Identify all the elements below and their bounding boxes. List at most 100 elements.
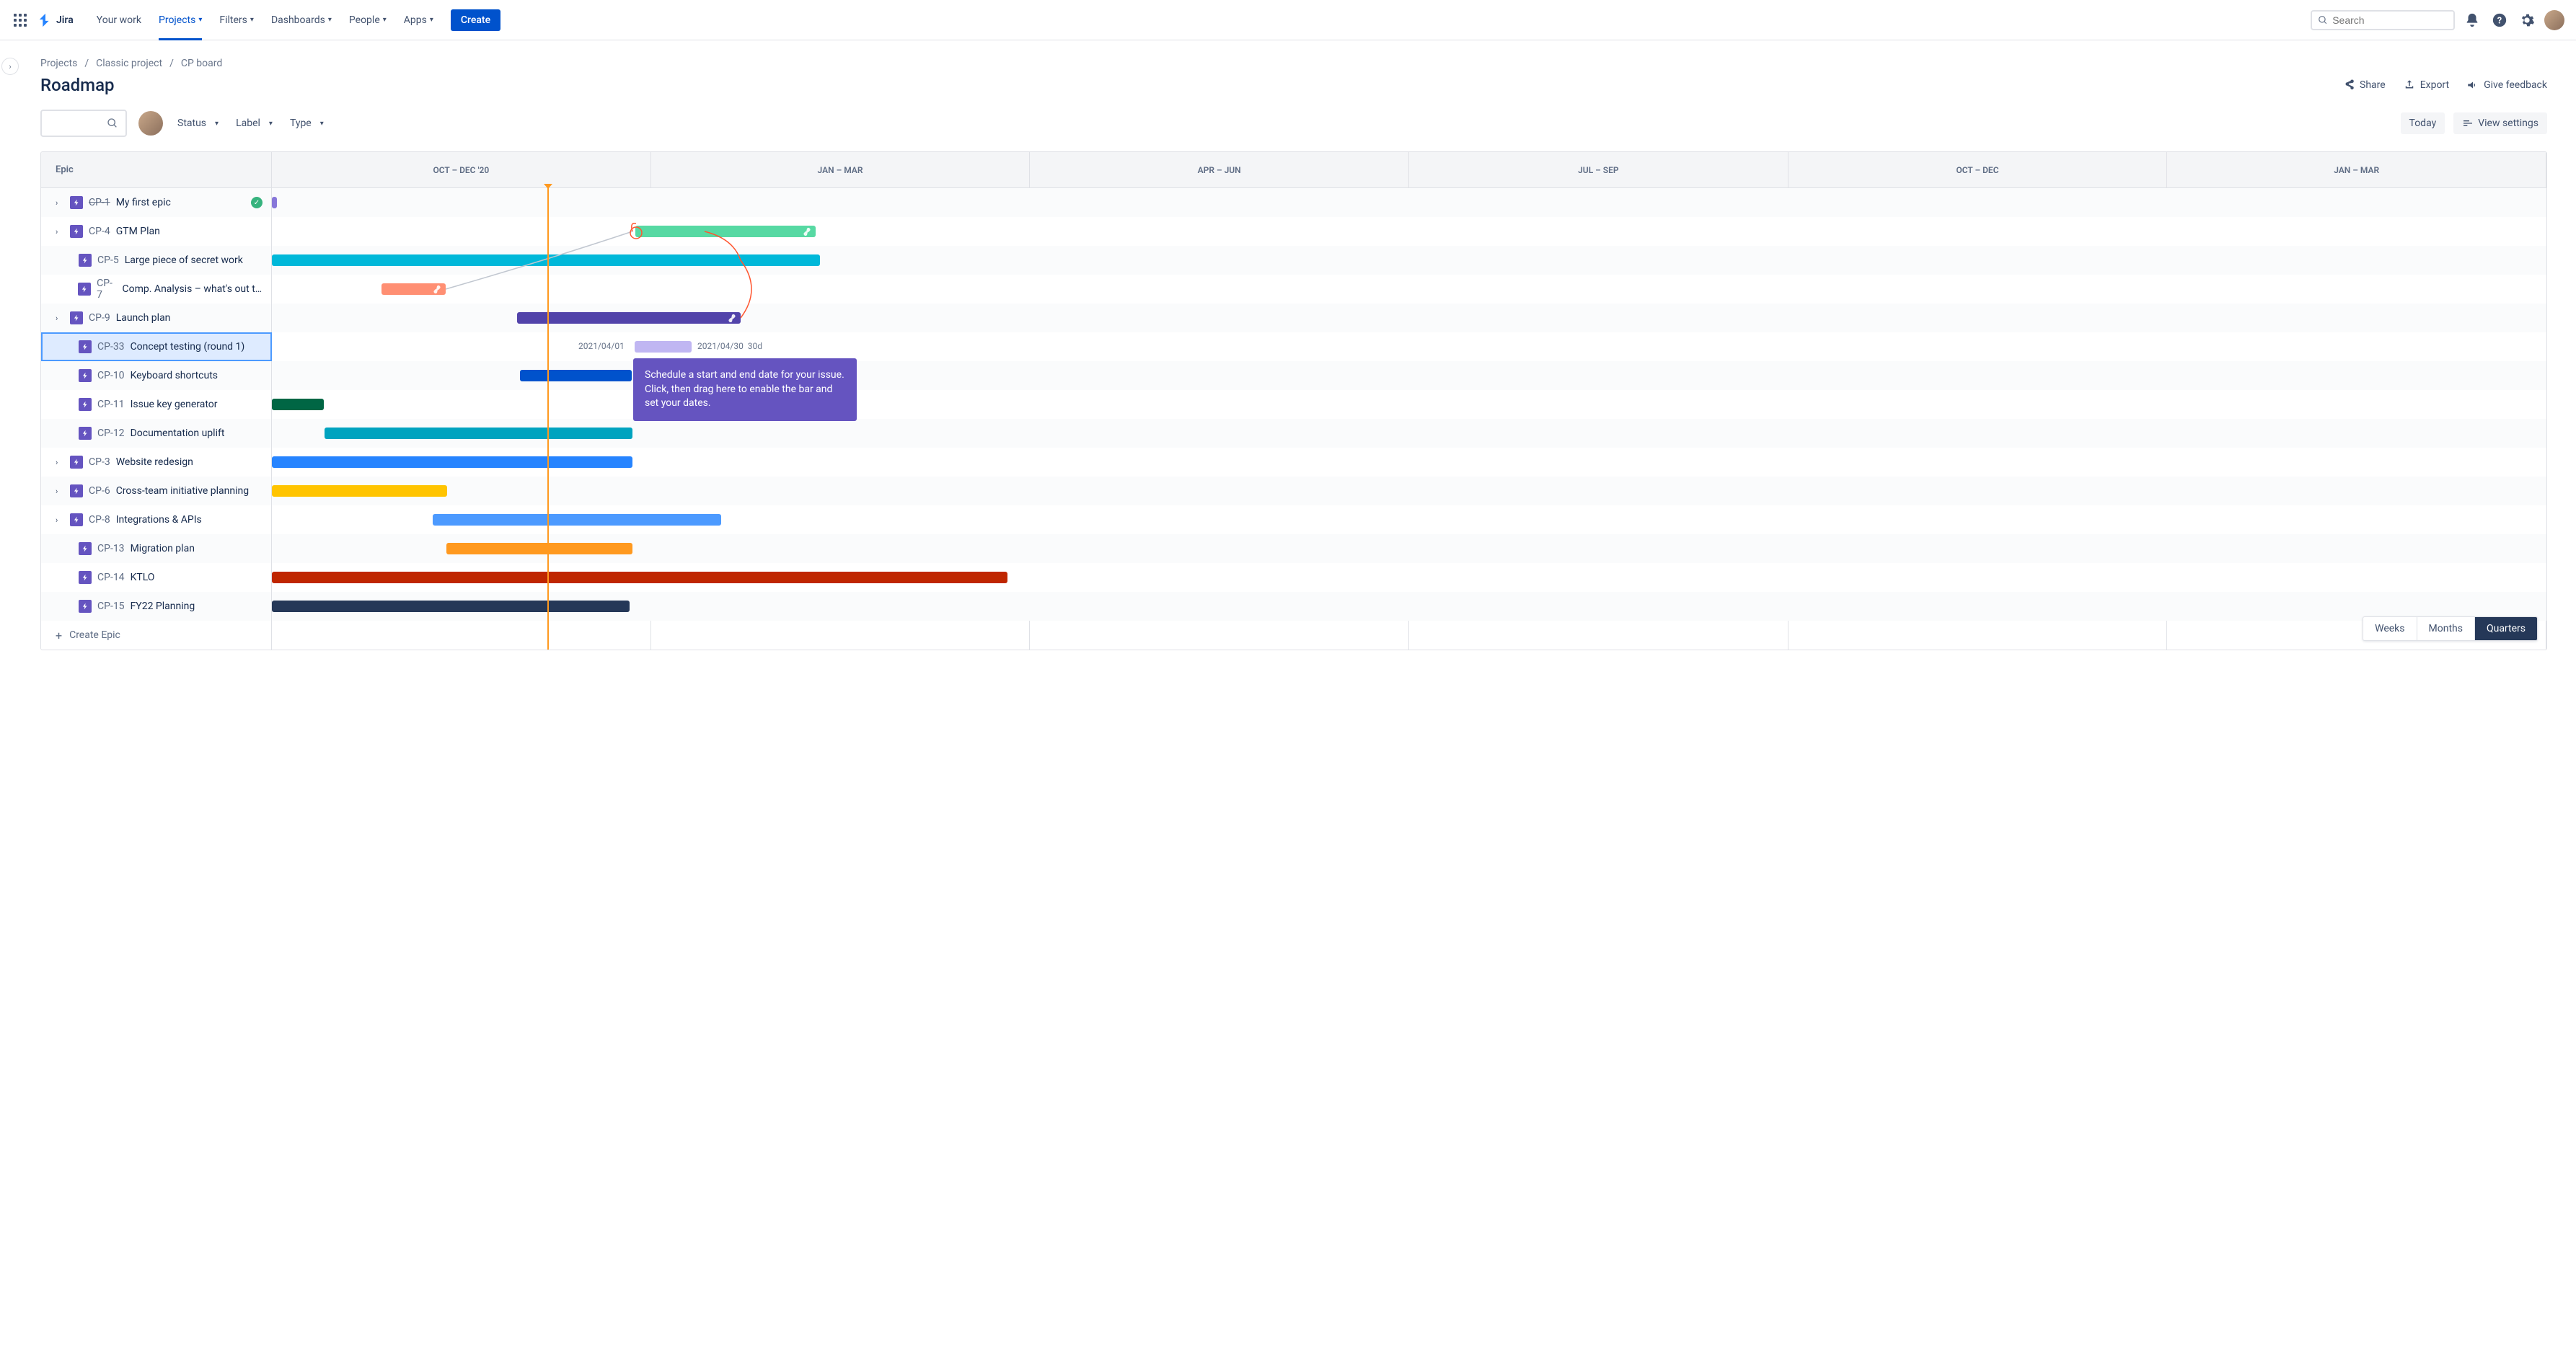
create-epic-button[interactable]: +Create Epic [41, 621, 272, 650]
epic-bar[interactable] [517, 312, 741, 324]
user-avatar[interactable] [2544, 10, 2564, 30]
bar-area[interactable] [272, 361, 2546, 390]
epic-bar[interactable] [272, 456, 632, 468]
notifications-icon[interactable] [2462, 10, 2482, 30]
epic-cell[interactable]: ›CP-8Integrations & APIs [41, 505, 272, 534]
share-button[interactable]: Share [2342, 79, 2386, 92]
app-switcher-icon[interactable] [12, 12, 29, 29]
chevron-down-icon: ▾ [250, 16, 254, 24]
epic-cell[interactable]: ›CP-9Launch plan [41, 304, 272, 332]
epic-cell[interactable]: CP-10Keyboard shortcuts [41, 361, 272, 390]
nav-item-apps[interactable]: Apps▾ [398, 0, 439, 40]
bar-area[interactable] [272, 390, 2546, 419]
epic-cell[interactable]: CP-14KTLO [41, 563, 272, 592]
epic-cell[interactable]: CP-33Concept testing (round 1) [41, 332, 272, 361]
epic-bar-placeholder[interactable] [635, 341, 692, 353]
nav-item-dashboards[interactable]: Dashboards▾ [265, 0, 338, 40]
bar-area[interactable] [272, 275, 2546, 304]
epic-cell[interactable]: CP-11Issue key generator [41, 390, 272, 419]
expand-icon[interactable]: › [56, 515, 64, 525]
nav-item-your-work[interactable]: Your work [91, 0, 147, 40]
epic-cell[interactable]: CP-12Documentation uplift [41, 419, 272, 448]
breadcrumb-board[interactable]: CP board [181, 58, 222, 69]
epic-bar[interactable] [272, 399, 324, 410]
breadcrumb-projects[interactable]: Projects [40, 58, 77, 69]
epic-cell[interactable]: ›CP-4GTM Plan [41, 217, 272, 246]
epic-bar[interactable] [381, 283, 446, 295]
create-button[interactable]: Create [451, 9, 500, 31]
feedback-button[interactable]: Give feedback [2466, 79, 2547, 92]
bar-area[interactable] [272, 246, 2546, 275]
nav-item-filters[interactable]: Filters▾ [213, 0, 260, 40]
epic-bar[interactable] [446, 543, 632, 554]
breadcrumb-project-name[interactable]: Classic project [96, 58, 162, 69]
chevron-down-icon: ▾ [198, 16, 202, 24]
epic-bar[interactable] [325, 428, 632, 439]
epic-cell[interactable]: CP-5Large piece of secret work [41, 246, 272, 275]
bar-area[interactable] [272, 448, 2546, 477]
done-check-icon: ✓ [251, 197, 263, 208]
breadcrumb: Projects / Classic project / CP board [40, 58, 2547, 69]
today-button[interactable]: Today [2401, 112, 2445, 134]
type-filter[interactable]: Type▾ [287, 113, 327, 133]
jira-logo[interactable]: Jira [38, 12, 74, 28]
label-filter[interactable]: Label▾ [233, 113, 275, 133]
epic-cell[interactable]: CP-13Migration plan [41, 534, 272, 563]
epic-type-icon [70, 196, 83, 209]
bar-area[interactable] [272, 534, 2546, 563]
epic-cell[interactable]: CP-7Comp. Analysis – what's out the... [41, 275, 272, 304]
epic-type-icon [79, 398, 92, 411]
epic-cell[interactable]: ›CP-1My first epic✓ [41, 188, 272, 217]
view-toggle-months[interactable]: Months [2417, 617, 2475, 640]
view-toggle-weeks[interactable]: Weeks [2363, 617, 2417, 640]
bar-area[interactable]: 2021/04/012021/04/30 30dSchedule a start… [272, 332, 2546, 361]
expand-icon[interactable]: › [56, 458, 64, 467]
nav-item-people[interactable]: People▾ [343, 0, 392, 40]
epic-cell[interactable]: CP-15FY22 Planning [41, 592, 272, 621]
expand-icon[interactable]: › [56, 198, 64, 208]
epic-key: CP-5 [97, 254, 119, 266]
epic-bar[interactable] [272, 601, 630, 612]
sidebar-expand-handle[interactable]: › [1, 58, 19, 75]
chevron-down-icon: ▾ [430, 16, 433, 24]
epic-row: ›CP-9Launch plan [41, 304, 2546, 332]
epic-bar[interactable] [272, 254, 820, 266]
bar-area[interactable] [272, 563, 2546, 592]
bar-area[interactable] [272, 477, 2546, 505]
expand-icon[interactable]: › [56, 314, 64, 323]
bar-area[interactable] [272, 188, 2546, 217]
expand-icon[interactable]: › [56, 227, 64, 236]
epic-bar[interactable] [272, 197, 277, 208]
epic-bar[interactable] [433, 514, 721, 526]
epic-bar[interactable] [635, 226, 816, 237]
epic-type-icon [70, 225, 83, 238]
search-input[interactable] [2332, 14, 2448, 26]
epic-bar[interactable] [272, 485, 447, 497]
create-epic-row: +Create Epic [41, 621, 2546, 650]
epic-cell[interactable]: ›CP-3Website redesign [41, 448, 272, 477]
nav-item-projects[interactable]: Projects▾ [153, 0, 208, 40]
assignee-filter-avatar[interactable] [138, 111, 163, 136]
expand-icon[interactable]: › [56, 487, 64, 496]
epic-cell[interactable]: ›CP-6Cross-team initiative planning [41, 477, 272, 505]
bar-area[interactable] [272, 217, 2546, 246]
roadmap-search[interactable] [40, 110, 127, 137]
epic-bar[interactable] [520, 370, 632, 381]
export-button[interactable]: Export [2403, 79, 2449, 92]
settings-icon[interactable] [2517, 10, 2537, 30]
bar-area[interactable] [272, 592, 2546, 621]
view-toggle-quarters[interactable]: Quarters [2475, 617, 2537, 640]
link-icon [433, 285, 441, 293]
epic-title: Documentation uplift [131, 428, 225, 439]
page-title: Roadmap [40, 75, 115, 95]
epic-bar[interactable] [272, 572, 1007, 583]
bar-area[interactable] [272, 505, 2546, 534]
status-filter[interactable]: Status▾ [175, 113, 221, 133]
search-box[interactable] [2311, 10, 2455, 30]
epic-key: CP-11 [97, 399, 125, 410]
page-header: Roadmap Share Export Give feedback [40, 75, 2547, 95]
bar-area[interactable] [272, 304, 2546, 332]
view-settings-button[interactable]: View settings [2453, 112, 2547, 134]
help-icon[interactable]: ? [2489, 10, 2510, 30]
bar-area[interactable] [272, 419, 2546, 448]
